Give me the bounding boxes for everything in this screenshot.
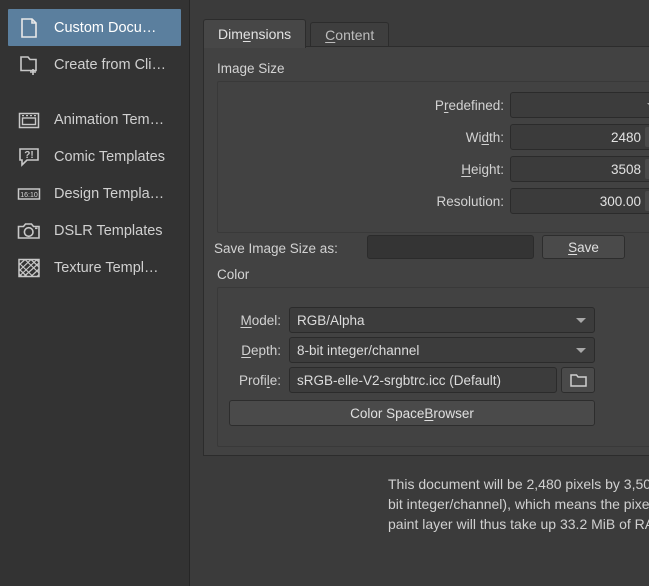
predefined-label: Predefined: bbox=[214, 98, 504, 113]
dimensions-tab-panel: Image Size Predefined: bbox=[203, 46, 649, 456]
template-category-sidebar[interactable]: Custom Docu… Create from Cli… Animation … bbox=[0, 0, 190, 586]
profile-label: Profile: bbox=[214, 373, 281, 388]
profile-browse-button[interactable] bbox=[561, 367, 595, 393]
resolution-value: 300.00 bbox=[600, 194, 641, 209]
save-image-size-button[interactable]: Save bbox=[542, 235, 625, 259]
texture-weave-icon bbox=[16, 255, 42, 281]
sidebar-item-label: Custom Docu… bbox=[54, 20, 156, 36]
depth-combobox[interactable]: 8-bit integer/channel bbox=[289, 337, 595, 363]
tab-dimensions[interactable]: Dimensions bbox=[203, 19, 306, 48]
svg-text:16:10: 16:10 bbox=[20, 192, 38, 199]
model-label: Model: bbox=[214, 313, 281, 328]
depth-value: 8-bit integer/channel bbox=[297, 343, 419, 358]
chevron-down-icon bbox=[576, 318, 586, 323]
camera-icon bbox=[16, 218, 42, 244]
height-stepper[interactable] bbox=[645, 159, 649, 179]
sidebar-item-custom-document[interactable]: Custom Docu… bbox=[8, 9, 181, 46]
sidebar-item-label: Comic Templates bbox=[54, 149, 165, 165]
sidebar-item-label: DSLR Templates bbox=[54, 223, 163, 239]
comic-balloon-icon: ?! bbox=[16, 144, 42, 170]
width-value: 2480 bbox=[611, 130, 641, 145]
width-stepper[interactable] bbox=[645, 127, 649, 147]
height-label: Height: bbox=[214, 162, 504, 177]
model-value: RGB/Alpha bbox=[297, 313, 365, 328]
resolution-spinbox[interactable]: 300.00 bbox=[510, 188, 649, 214]
animation-icon bbox=[16, 107, 42, 133]
save-image-size-label: Save Image Size as: bbox=[214, 241, 369, 256]
resolution-stepper[interactable] bbox=[645, 191, 649, 211]
folder-icon bbox=[570, 373, 587, 388]
sidebar-item-label: Design Templa… bbox=[54, 186, 164, 202]
image-size-group-title: Image Size bbox=[217, 61, 285, 76]
document-icon bbox=[16, 15, 42, 41]
document-description-text: This document will be 2,480 pixels by 3,… bbox=[388, 474, 649, 534]
model-combobox[interactable]: RGB/Alpha bbox=[289, 307, 595, 333]
height-spinbox[interactable]: 3508 bbox=[510, 156, 649, 182]
sidebar-item-create-from-clipboard[interactable]: Create from Cli… bbox=[8, 46, 181, 83]
sidebar-item-animation-templates[interactable]: Animation Tem… bbox=[8, 101, 181, 138]
save-image-size-input[interactable] bbox=[367, 235, 534, 259]
profile-value: sRGB-elle-V2-srgbtrc.icc (Default) bbox=[297, 373, 501, 388]
sidebar-item-label: Create from Cli… bbox=[54, 57, 166, 73]
color-group-title: Color bbox=[217, 267, 249, 282]
sidebar-item-design-templates[interactable]: 16:10 Design Templa… bbox=[8, 175, 181, 212]
depth-label: Depth: bbox=[214, 343, 281, 358]
create-new-document-dialog: Custom Docu… Create from Cli… Animation … bbox=[0, 0, 649, 586]
sidebar-divider-gap bbox=[0, 83, 189, 101]
width-label: Width: bbox=[214, 130, 504, 145]
chevron-down-icon bbox=[576, 348, 586, 353]
svg-text:?!: ?! bbox=[24, 150, 33, 161]
color-space-browser-button[interactable]: Color Space Browser bbox=[229, 400, 595, 426]
sidebar-item-comic-templates[interactable]: ?! Comic Templates bbox=[8, 138, 181, 175]
resolution-label: Resolution: bbox=[214, 194, 504, 209]
clipboard-new-icon bbox=[16, 52, 42, 78]
aspect-16-10-icon: 16:10 bbox=[16, 181, 42, 207]
profile-combobox[interactable]: sRGB-elle-V2-srgbtrc.icc (Default) bbox=[289, 367, 557, 393]
dialog-main-pane: Dimensions Content Image Size Predefined… bbox=[190, 0, 649, 586]
sidebar-item-dslr-templates[interactable]: DSLR Templates bbox=[8, 212, 181, 249]
height-value: 3508 bbox=[611, 162, 641, 177]
width-spinbox[interactable]: 2480 bbox=[510, 124, 649, 150]
predefined-combobox[interactable] bbox=[510, 92, 649, 118]
sidebar-item-texture-templates[interactable]: Texture Templ… bbox=[8, 249, 181, 286]
sidebar-item-label: Animation Tem… bbox=[54, 112, 164, 128]
tab-bar: Dimensions Content bbox=[203, 18, 389, 48]
sidebar-item-label: Texture Templ… bbox=[54, 260, 159, 276]
tab-content[interactable]: Content bbox=[310, 22, 389, 48]
